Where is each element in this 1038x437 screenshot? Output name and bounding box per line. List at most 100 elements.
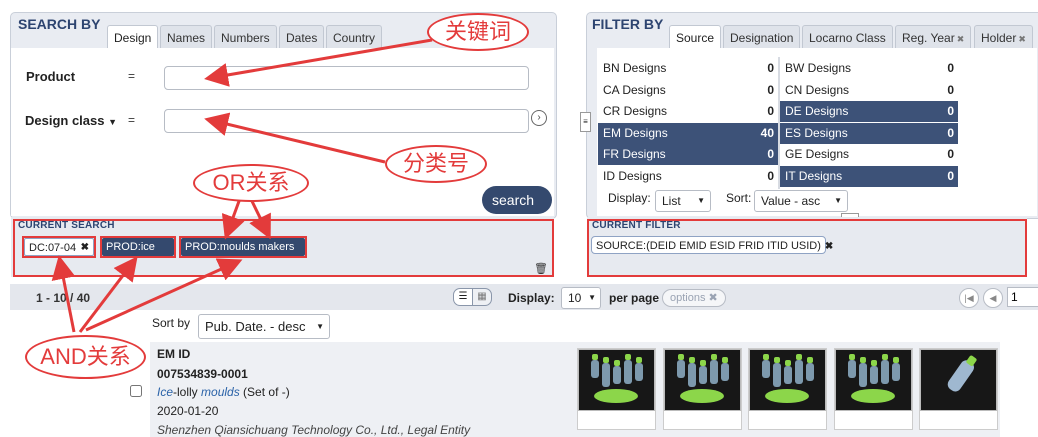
arrow-right-icon[interactable]: ›	[531, 110, 547, 126]
column-divider	[778, 57, 780, 189]
design-class-label-text: Design class	[25, 113, 105, 128]
page-input[interactable]	[1007, 287, 1038, 307]
filter-sort-label: Sort:	[726, 191, 752, 205]
caret-down-icon: ▼	[588, 293, 596, 302]
tab-country[interactable]: Country	[326, 25, 383, 49]
filter-row[interactable]: ID Designs 0	[598, 166, 778, 187]
design-thumbnail	[834, 349, 912, 411]
close-icon[interactable]: ✖	[1018, 34, 1026, 44]
sort-by-label: Sort by	[152, 316, 191, 330]
title-highlight-ice: Ice	[157, 385, 174, 399]
chip-dc-highlight	[22, 236, 96, 258]
prev-page-icon[interactable]: ◀	[983, 288, 1003, 308]
design-thumbnail	[663, 349, 741, 411]
product-label: Product	[26, 69, 76, 84]
result-id-label: EM ID	[157, 347, 191, 361]
filter-row[interactable]: BN Designs 0	[598, 58, 778, 79]
filter-row[interactable]: FR Designs 0	[598, 144, 778, 166]
filter-row-count: 40	[760, 125, 774, 140]
filter-row-name: CN Designs	[785, 82, 850, 97]
filter-row-name: GE Designs	[785, 147, 850, 162]
tab-design[interactable]: Design	[107, 25, 159, 49]
title-text: -lolly	[173, 385, 202, 399]
per-page-label: per page	[609, 291, 660, 305]
filter-display-value: List	[662, 194, 681, 208]
chip-ice-highlight	[100, 236, 176, 258]
annotation-and-relation: AND关系	[25, 335, 146, 379]
collapse-handle-icon[interactable]: ≡	[580, 112, 591, 132]
filter-row-name: DE Designs	[785, 104, 849, 119]
filter-by-title: FILTER BY	[592, 16, 664, 32]
sort-by-select[interactable]: Pub. Date. - desc ▼	[198, 314, 330, 339]
filter-row-count: 0	[947, 104, 954, 119]
tab-dates[interactable]: Dates	[279, 25, 325, 49]
result-date: 2020-01-20	[157, 404, 219, 418]
filter-row-count: 0	[767, 169, 774, 183]
caret-down-icon: ▼	[697, 196, 705, 205]
list-view-icon[interactable]: ☰	[453, 288, 473, 306]
tab-reg-year[interactable]: Reg. Year ✖	[895, 25, 972, 49]
design-thumbnail	[578, 349, 655, 411]
result-title[interactable]: Ice-lolly moulds (Set of -)	[157, 385, 290, 399]
search-by-title: SEARCH BY	[18, 16, 101, 32]
filter-row-count: 0	[947, 169, 954, 183]
tab-source[interactable]: Source	[669, 25, 722, 49]
results-range: 1 - 10 / 40	[36, 291, 91, 305]
filter-row[interactable]: IT Designs 0	[780, 166, 958, 187]
chip-moulds-highlight	[179, 236, 307, 258]
filter-row-name: EM Designs	[603, 125, 668, 140]
result-id[interactable]: 007534839-0001	[157, 367, 248, 381]
tab-numbers[interactable]: Numbers	[214, 25, 277, 49]
results-display-label: Display:	[508, 291, 555, 305]
filter-display-select[interactable]: List ▼	[655, 190, 711, 212]
design-class-label: Design class ▼	[25, 113, 117, 128]
design-thumbnail	[920, 349, 997, 411]
filter-row[interactable]: ES Designs 0	[780, 122, 958, 144]
thumbnail-frame[interactable]	[748, 348, 827, 430]
filter-row[interactable]: BW Designs 0	[780, 58, 958, 79]
design-class-equals: =	[128, 113, 136, 127]
results-display-value: 10	[568, 291, 582, 305]
grid-view-icon[interactable]: ▦	[472, 288, 492, 306]
design-class-input[interactable]	[164, 109, 529, 133]
search-button[interactable]: search ⌕	[482, 186, 552, 236]
product-input[interactable]	[164, 66, 529, 90]
filter-row[interactable]: CA Designs 0	[598, 80, 778, 101]
result-checkbox[interactable]	[130, 385, 142, 397]
close-icon[interactable]: ✖	[957, 34, 965, 44]
tab-locarno-class[interactable]: Locarno Class	[802, 25, 893, 49]
caret-down-icon[interactable]: ▼	[108, 117, 117, 127]
filter-row[interactable]: DE Designs 0	[780, 101, 958, 123]
filter-row-count: 0	[767, 147, 774, 162]
filter-row-count: 0	[767, 82, 774, 97]
results-display-select[interactable]: 10 ▼	[561, 287, 601, 309]
filter-row-count: 0	[947, 147, 954, 162]
options-button[interactable]: options ✖	[662, 289, 726, 307]
filter-display-label: Display:	[608, 191, 651, 205]
filter-row[interactable]: CN Designs 0	[780, 80, 958, 101]
filter-row-name: CA Designs	[603, 82, 666, 97]
tab-holder[interactable]: Holder ✖	[974, 25, 1033, 49]
search-button-label: search	[492, 192, 535, 208]
filter-row-name: ID Designs	[603, 169, 662, 183]
filter-row-count: 0	[767, 61, 774, 75]
filter-row-name: BN Designs	[603, 61, 667, 75]
thumbnail-frame[interactable]	[919, 348, 998, 430]
design-thumbnail	[749, 349, 826, 411]
close-icon: ✖	[708, 292, 718, 304]
filter-row[interactable]: EM Designs 40	[598, 122, 778, 144]
tab-designation[interactable]: Designation	[723, 25, 801, 49]
annotation-class-number: 分类号	[385, 145, 487, 183]
tab-names[interactable]: Names	[160, 25, 213, 49]
first-page-icon[interactable]: |◀	[959, 288, 979, 308]
thumbnail-frame[interactable]	[833, 348, 913, 430]
filter-row[interactable]: GE Designs 0	[780, 144, 958, 165]
filter-sort-value: Value - asc	[761, 194, 821, 208]
filter-sort-select[interactable]: Value - asc ▼	[754, 190, 848, 212]
title-highlight-moulds: moulds	[201, 385, 240, 399]
filter-row[interactable]: CR Designs 0	[598, 101, 778, 122]
product-equals: =	[128, 69, 136, 83]
thumbnail-frame[interactable]	[662, 348, 742, 430]
thumbnail-frame[interactable]	[577, 348, 656, 430]
caret-down-icon: ▼	[834, 196, 842, 205]
